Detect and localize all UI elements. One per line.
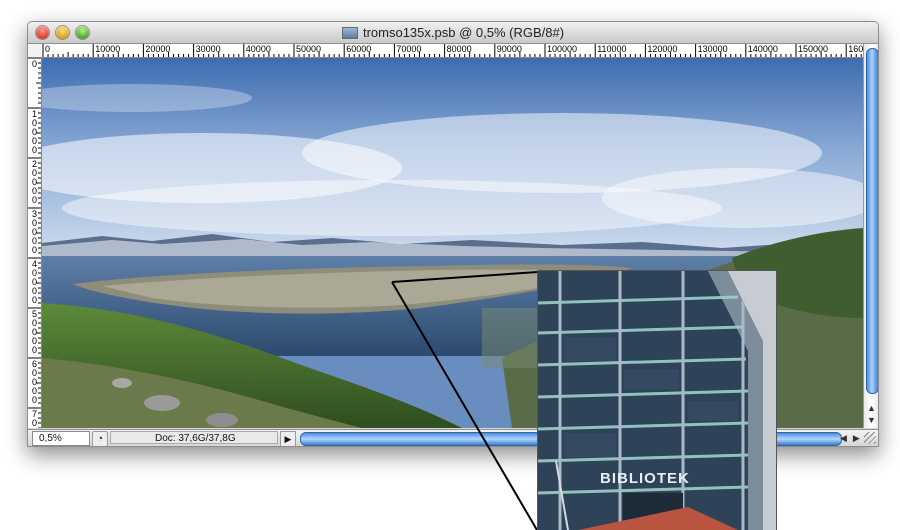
scroll-up-arrow-icon[interactable]: ▲ — [864, 402, 878, 414]
vertical-ruler-label: 0 — [31, 345, 37, 355]
scroll-down-arrow-icon[interactable]: ▼ — [864, 414, 878, 426]
horizontal-ruler-label: 160 — [848, 44, 864, 54]
horizontal-ruler-label: 40000 — [245, 44, 271, 54]
resize-grip-icon[interactable] — [864, 432, 876, 444]
horizontal-ruler-label: 10000 — [95, 44, 121, 54]
zoom-inset-image: BIBLIOTEK — [538, 271, 776, 530]
horizontal-ruler[interactable]: 0 10000 20000 30000 40000 50000 60000 70000 8000… — [41, 44, 863, 58]
ruler-origin-corner[interactable] — [28, 44, 42, 58]
title-bar[interactable]: tromso135x.psb @ 0,5% (RGB/8#) — [28, 22, 878, 44]
horizontal-scroll-arrows-icon[interactable]: ◀▶ — [840, 430, 866, 446]
horizontal-ruler-label: 130000 — [697, 44, 728, 54]
document-proxy-icon[interactable] — [341, 26, 358, 39]
vertical-ruler-label: 0 — [31, 145, 37, 155]
window-title: tromso135x.psb @ 0,5% (RGB/8#) — [362, 25, 565, 40]
horizontal-ruler-label: 100000 — [547, 44, 578, 54]
horizontal-ruler-label: 30000 — [195, 44, 221, 54]
title-container: tromso135x.psb @ 0,5% (RGB/8#) — [28, 22, 878, 43]
horizontal-ruler-label: 140000 — [747, 44, 778, 54]
horizontal-ruler-label: 0 — [45, 44, 51, 54]
vertical-ruler-label: 0 — [31, 59, 37, 69]
vertical-ruler-label: 0 — [31, 395, 37, 405]
horizontal-ruler-label: 150000 — [798, 44, 829, 54]
horizontal-ruler-label: 70000 — [396, 44, 422, 54]
library-sign-text: BIBLIOTEK — [600, 470, 690, 487]
horizontal-ruler-label: 80000 — [446, 44, 472, 54]
library-building-closeup: BIBLIOTEK — [538, 271, 776, 530]
vertical-scroll-thumb[interactable] — [866, 48, 878, 394]
horizontal-ruler-label: 120000 — [647, 44, 678, 54]
status-menu-arrow-icon[interactable]: ▶ — [280, 431, 296, 446]
horizontal-ruler-label: 60000 — [346, 44, 372, 54]
vertical-scrollbar[interactable]: ▲ ▼ — [863, 44, 878, 428]
horizontal-ruler-label: 110000 — [597, 44, 627, 54]
zoom-level-field[interactable]: 0,5% — [32, 431, 90, 446]
status-options-icon[interactable]: ◔ — [92, 431, 108, 446]
vertical-ruler-label: 0 — [31, 195, 37, 205]
horizontal-ruler-label: 90000 — [496, 44, 522, 54]
vertical-ruler[interactable]: 010000200003000040000500006000070 — [28, 57, 42, 428]
vertical-ruler-label: 0 — [31, 295, 37, 305]
vertical-ruler-label: 0 — [31, 245, 37, 255]
horizontal-ruler-label: 50000 — [296, 44, 322, 54]
vertical-ruler-label: 0 — [31, 418, 37, 428]
document-size-info: Doc: 37,6G/37,8G — [110, 431, 278, 444]
horizontal-ruler-label: 20000 — [145, 44, 171, 54]
